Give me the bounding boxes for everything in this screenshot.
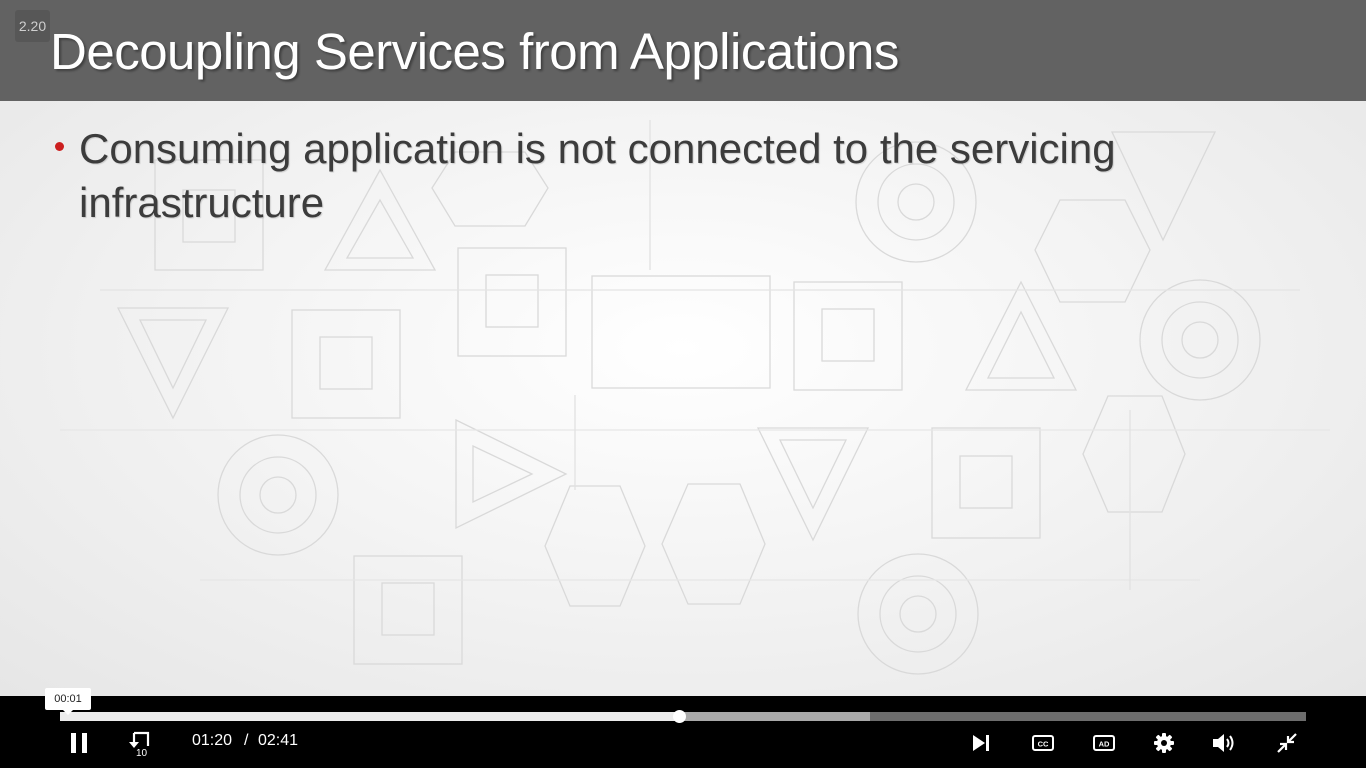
gear-icon bbox=[1154, 733, 1174, 753]
slide-number-badge: 2.20 bbox=[15, 10, 50, 42]
replay-10-icon: 10 bbox=[129, 731, 150, 757]
audio-description-label: AD bbox=[1099, 740, 1110, 749]
seek-bar-played bbox=[60, 712, 680, 721]
duration: 02:41 bbox=[258, 732, 299, 749]
replay-seconds-label: 10 bbox=[136, 748, 148, 757]
audio-description-icon: AD bbox=[1093, 735, 1115, 751]
time-separator: / bbox=[244, 732, 249, 749]
bullet-text: Consuming application is not connected t… bbox=[79, 125, 1116, 226]
audio-description-button[interactable]: AD bbox=[1084, 728, 1124, 758]
settings-button[interactable] bbox=[1144, 728, 1184, 758]
replay-10-button[interactable]: 10 bbox=[121, 728, 161, 758]
slide-title-bar: Decoupling Services from Applications 2.… bbox=[0, 0, 1366, 101]
exit-fullscreen-icon bbox=[1277, 733, 1297, 753]
circuit-background-pattern bbox=[60, 120, 1330, 675]
exit-fullscreen-button[interactable] bbox=[1267, 728, 1307, 758]
pause-icon bbox=[71, 733, 87, 753]
bullet-item: Consuming application is not connected t… bbox=[50, 122, 1280, 230]
volume-button[interactable] bbox=[1205, 728, 1245, 758]
video-controls-bar: 00:01 10 01:20 / 02:41 CC AD bbox=[0, 688, 1366, 768]
seek-bar[interactable] bbox=[60, 710, 1306, 723]
slide-title: Decoupling Services from Applications bbox=[50, 23, 899, 80]
seek-handle[interactable] bbox=[673, 710, 687, 723]
current-time: 01:20 bbox=[192, 732, 233, 749]
closed-captions-icon: CC bbox=[1032, 735, 1054, 751]
volume-icon bbox=[1213, 734, 1234, 752]
seek-tooltip: 00:01 bbox=[45, 688, 91, 715]
pause-button[interactable] bbox=[59, 728, 99, 758]
bullet-dot-icon bbox=[55, 142, 64, 151]
slide-viewport: Decoupling Services from Applications 2.… bbox=[0, 0, 1366, 696]
captions-button[interactable]: CC bbox=[1023, 728, 1063, 758]
next-button[interactable] bbox=[961, 728, 1001, 758]
skip-next-icon bbox=[973, 735, 989, 751]
captions-label: CC bbox=[1038, 740, 1049, 749]
